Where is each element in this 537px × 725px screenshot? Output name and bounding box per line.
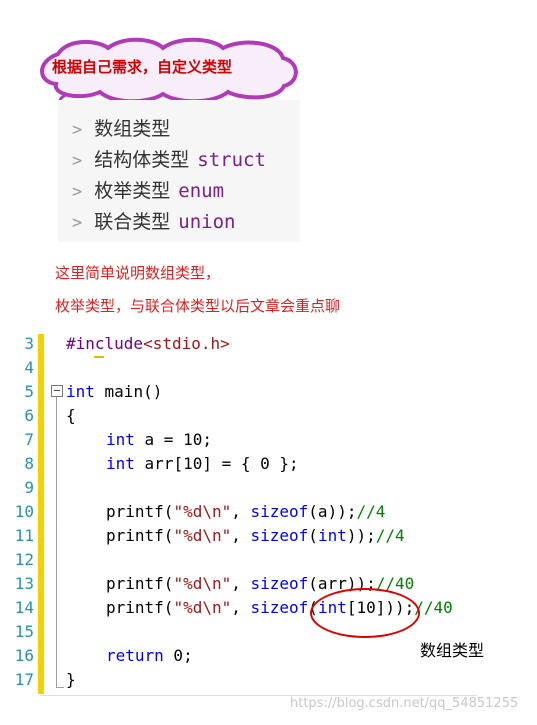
line-number: 8 — [24, 454, 34, 473]
string-token: "%d\n" — [173, 574, 232, 593]
keyword-token: sizeof — [250, 574, 309, 593]
annotation-label: 数组类型 — [420, 641, 485, 660]
code-text: } — [66, 670, 76, 689]
code-text: , — [231, 598, 251, 617]
code-text: main() — [94, 382, 163, 401]
line-number: 6 — [24, 406, 34, 425]
highlight-ellipse — [310, 588, 420, 638]
code-line: 9 — [0, 478, 537, 502]
string-token: "%d\n" — [173, 502, 232, 521]
list-item-label: 结构体类型 — [94, 149, 190, 171]
callout-text: 根据自己需求，自定义类型 — [52, 58, 233, 76]
string-token: "%d\n" — [173, 598, 232, 617]
keyword-token: int — [66, 382, 95, 401]
code-text: printf( — [106, 502, 174, 521]
code-text: a = 10; — [134, 430, 212, 449]
keyword-token: return — [106, 646, 164, 665]
code-text: printf( — [106, 574, 174, 593]
chevron-right-icon: > — [72, 213, 83, 233]
comment-token: //4 — [375, 526, 405, 545]
code-line: 13 printf("%d\n", sizeof(arr));//40 — [0, 574, 537, 598]
comment-token: //4 — [356, 502, 386, 521]
code-text: 0; — [163, 646, 193, 665]
line-number: 5 — [24, 382, 34, 401]
list-item-array: > 数组类型 — [72, 114, 170, 141]
code-line: 17 } — [0, 670, 537, 694]
line-number: 17 — [14, 670, 34, 689]
keyword-token: int — [106, 454, 135, 473]
line-number: 10 — [14, 502, 34, 521]
list-item-label: 枚举类型 — [94, 180, 171, 202]
code-text: , — [231, 502, 251, 521]
code-line: 4 — [0, 358, 537, 382]
line-number: 15 — [14, 622, 34, 641]
code-text: , — [231, 574, 251, 593]
code-line: 12 — [0, 550, 537, 574]
line-number: 4 — [24, 358, 34, 377]
keyword-token: sizeof — [250, 502, 309, 521]
code-line: 8 int arr[10] = { 0 }; — [0, 454, 537, 478]
chevron-right-icon: > — [72, 120, 83, 140]
line-number: 16 — [14, 646, 34, 665]
string-token: "%d\n" — [173, 526, 232, 545]
list-item-label: 联合类型 — [94, 211, 171, 233]
code-text: (a)); — [308, 502, 357, 521]
keyword-token: sizeof — [250, 598, 309, 617]
line-number: 13 — [14, 574, 34, 593]
code-text: , — [231, 526, 251, 545]
code-line: 10 printf("%d\n", sizeof(a));//4 — [0, 502, 537, 526]
code-line: 7 int a = 10; — [0, 430, 537, 454]
code-line: 5 int main() — [0, 382, 537, 406]
chevron-right-icon: > — [72, 151, 83, 171]
line-number: 7 — [24, 430, 34, 449]
line-number: 9 — [24, 478, 34, 497]
include-token: <stdio.h> — [143, 334, 230, 353]
list-item-keyword: struct — [197, 149, 266, 171]
note-line-1: 这里简单说明数组类型， — [55, 264, 221, 282]
comment-token: //40 — [414, 598, 453, 617]
chevron-right-icon: > — [72, 182, 83, 202]
code-line: 11 printf("%d\n", sizeof(int));//4 — [0, 526, 537, 550]
keyword-token: int — [317, 526, 347, 545]
code-line: 3 #include<stdio.h> — [0, 334, 537, 358]
code-text: { — [66, 406, 76, 425]
list-item-keyword: union — [178, 211, 236, 233]
code-text: printf( — [106, 526, 174, 545]
preprocessor-token: #include — [66, 334, 144, 353]
list-item-struct: > 结构体类型 struct — [72, 145, 266, 172]
keyword-token: int — [106, 430, 135, 449]
note-line-2: 枚举类型，与联合体类型以后文章会重点聊 — [55, 297, 341, 315]
keyword-token: sizeof — [250, 526, 309, 545]
watermark: https://blog.csdn.net/qq_54851255 — [290, 696, 519, 711]
line-number: 11 — [14, 526, 34, 545]
code-text: arr[10] = { 0 }; — [134, 454, 299, 473]
code-text: )); — [346, 526, 376, 545]
code-text: ( — [308, 526, 318, 545]
list-item-union: > 联合类型 union — [72, 207, 235, 234]
line-number: 12 — [14, 550, 34, 569]
code-line: 6 { — [0, 406, 537, 430]
list-item-keyword: enum — [178, 180, 225, 202]
line-number: 3 — [24, 334, 34, 353]
code-line: 14 printf("%d\n", sizeof(int[10]));//40 — [0, 598, 537, 622]
list-item-enum: > 枚举类型 enum — [72, 176, 224, 203]
list-item-label: 数组类型 — [94, 118, 171, 140]
line-number: 14 — [14, 598, 34, 617]
code-text: printf( — [106, 598, 174, 617]
